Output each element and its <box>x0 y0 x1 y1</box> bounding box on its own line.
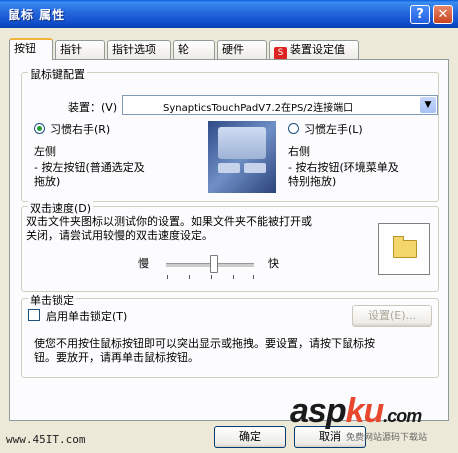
tab-pointer-options[interactable]: 指针选项 <box>107 40 171 59</box>
slider-tick <box>167 275 168 279</box>
watermark-brand-part-3: .com <box>383 406 422 426</box>
chevron-down-icon[interactable]: ▼ <box>420 97 436 113</box>
help-button[interactable]: ? <box>410 5 430 24</box>
device-select[interactable]: SynapticsTouchPadV7.2在PS/2连接端口 ▼ <box>122 95 438 115</box>
slider-tick <box>253 275 254 279</box>
left-title: 左侧 <box>34 145 56 158</box>
watermark-brand-part-1: asp <box>290 392 347 430</box>
watermark-aspku-logo: aspku.com <box>290 392 422 431</box>
device-label: 装置：(V) <box>68 101 118 114</box>
mouse-properties-window: 鼠标 属性 ? ✕ 按钮 指针 指针选项 轮 硬件 S 装置设定值 鼠标键配置 装… <box>0 0 458 453</box>
right-desc-2: 特别拖放) <box>288 175 337 188</box>
fast-label: 快 <box>268 257 279 270</box>
watermark-45it: www.45IT.com <box>6 433 86 446</box>
double-click-slider-thumb[interactable] <box>210 255 219 273</box>
mouse-config-legend: 鼠标键配置 <box>28 66 87 82</box>
left-hand-radio[interactable] <box>288 123 299 134</box>
watermark-aspku-subtitle: 免费网站源码下载站 <box>346 433 428 443</box>
folder-icon[interactable] <box>393 236 417 258</box>
tab-panel-buttons: 鼠标键配置 装置：(V) SynapticsTouchPadV7.2在PS/2连… <box>9 59 449 421</box>
tab-device-settings-label: 装置设定值 <box>290 43 345 56</box>
click-lock-settings-button[interactable]: 设置(E)... <box>352 305 432 327</box>
touchpad-image <box>208 121 276 193</box>
test-folder-area[interactable] <box>378 223 430 275</box>
left-hand-label[interactable]: 习惯左手(L) <box>304 121 363 137</box>
left-desc-2: 拖放) <box>34 175 61 188</box>
slider-tick <box>189 275 190 279</box>
right-hand-label[interactable]: 习惯右手(R) <box>50 121 110 137</box>
tab-pointers[interactable]: 指针 <box>55 40 105 59</box>
window-title: 鼠标 属性 <box>8 8 66 22</box>
tab-wheel[interactable]: 轮 <box>173 40 215 59</box>
double-click-desc-2: 关闭，请尝试用较慢的双击速度设定。 <box>26 229 213 242</box>
slider-tick <box>211 275 212 279</box>
touchpad-right-button <box>244 163 266 173</box>
double-click-group: 双击速度(D) 双击文件夹图标以测试你的设置。如果文件夹不能被打开或 关闭，请尝… <box>21 200 439 292</box>
slider-tick <box>233 275 234 279</box>
device-select-value: SynapticsTouchPadV7.2在PS/2连接端口 <box>163 103 354 114</box>
tab-buttons[interactable]: 按钮 <box>9 38 53 60</box>
right-title: 右侧 <box>288 145 310 158</box>
click-lock-legend: 单击锁定 <box>28 292 76 308</box>
tab-device-settings[interactable]: S 装置设定值 <box>269 40 359 60</box>
mouse-config-group: 鼠标键配置 装置：(V) SynapticsTouchPadV7.2在PS/2连… <box>21 66 439 202</box>
click-lock-desc-2: 钮。要放开，请再单击鼠标按钮。 <box>34 351 199 364</box>
watermark-brand-part-2: ku <box>345 392 385 430</box>
touchpad-left-button <box>218 163 240 173</box>
tab-hardware[interactable]: 硬件 <box>217 40 267 59</box>
close-button[interactable]: ✕ <box>433 5 453 24</box>
touchpad-surface <box>218 127 266 159</box>
click-lock-checkbox[interactable] <box>28 309 40 321</box>
right-hand-radio[interactable] <box>34 123 45 134</box>
click-lock-label[interactable]: 启用单击锁定(T) <box>46 308 127 324</box>
slow-label: 慢 <box>138 257 149 270</box>
ok-button[interactable]: 确定 <box>214 426 286 448</box>
title-bar[interactable]: 鼠标 属性 ? ✕ <box>0 0 458 28</box>
click-lock-group: 单击锁定 启用单击锁定(T) 设置(E)... 使您不用按住鼠标按钮即可以突出显… <box>21 292 439 378</box>
